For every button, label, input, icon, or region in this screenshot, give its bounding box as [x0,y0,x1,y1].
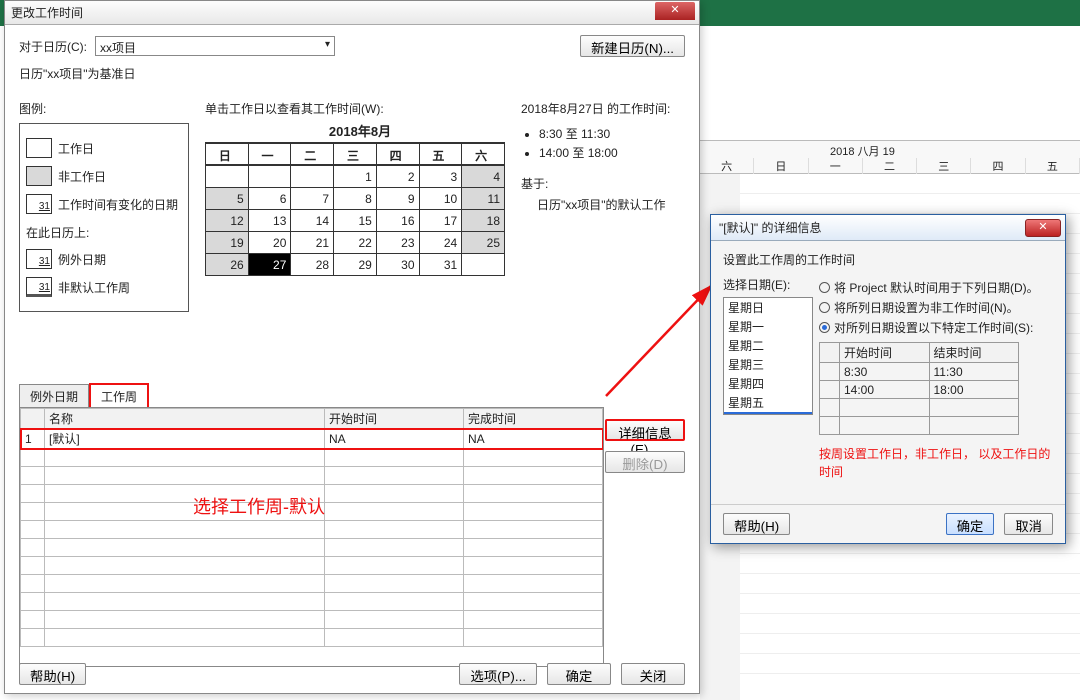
details-title: "[默认]" 的详细信息 [719,219,822,236]
for-calendar-label: 对于日历(C): [19,38,87,55]
details-titlebar[interactable]: "[默认]" 的详细信息 ✕ [711,215,1065,241]
based-on-value: 日历"xx项目"的默认工作 [537,196,685,213]
dialog-title: 更改工作时间 [11,4,83,21]
dialog-titlebar[interactable]: 更改工作时间 ✕ [5,1,699,25]
details-button[interactable]: 详细信息(E)... [605,419,685,441]
calendar-select-combo[interactable]: xx项目 [95,36,335,56]
annotation-weekly: 按周设置工作日，非工作日， 以及工作日的时间 [819,445,1053,481]
change-working-time-dialog: 更改工作时间 ✕ 对于日历(C): xx项目 新建日历(N)... 日历"xx项… [4,0,700,694]
base-calendar-text: 日历"xx项目"为基准日 [19,65,685,82]
legend-box: 工作日 非工作日 31工作时间有变化的日期 在此日历上: 31例外日期 31非默… [19,123,189,312]
tab-exceptions[interactable]: 例外日期 [19,384,89,408]
ok-button[interactable]: 确定 [547,663,611,685]
selected-date-title: 2018年8月27日 的工作时间: [521,100,685,117]
calendar-caption: 2018年8月 [205,121,515,140]
close-icon[interactable]: ✕ [655,2,695,20]
based-on-label: 基于: [521,175,685,192]
ok-button[interactable]: 确定 [946,513,995,535]
select-days-label: 选择日期(E): [723,276,813,293]
times-table[interactable]: 开始时间结束时间8:3011:3014:0018:00 [819,342,1019,435]
tab-workweeks[interactable]: 工作周 [89,383,149,410]
help-button[interactable]: 帮助(H) [723,513,790,535]
delete-button: 删除(D) [605,451,685,473]
help-button[interactable]: 帮助(H) [19,663,86,685]
details-subtitle: 设置此工作周的工作时间 [723,251,1053,268]
close-icon[interactable]: ✕ [1025,219,1061,237]
radio-use-default[interactable]: 将 Project 默认时间用于下列日期(D)。 [819,279,1053,296]
tabs: 例外日期工作周 [19,383,149,410]
options-button[interactable]: 选项(P)... [459,663,537,685]
new-calendar-button[interactable]: 新建日历(N)... [580,35,685,57]
radio-specific-times[interactable]: 对所列日期设置以下特定工作时间(S): [819,319,1053,336]
day-listbox[interactable]: 星期日星期一星期二星期三星期四星期五星期六 [723,297,813,415]
calendar-hint: 单击工作日以查看其工作时间(W): [205,100,515,117]
radio-nonworking[interactable]: 将所列日期设置为非工作时间(N)。 [819,299,1053,316]
close-button[interactable]: 关闭 [621,663,685,685]
gantt-timescale: 2018 八月 19 六日一二三四五 [700,140,1080,174]
calendar-grid[interactable]: 日一二三四五六123456789101112131415161718192021… [205,142,505,276]
details-dialog: "[默认]" 的详细信息 ✕ 设置此工作周的工作时间 选择日期(E): 星期日星… [710,214,1066,544]
cancel-button[interactable]: 取消 [1004,513,1053,535]
workweek-table[interactable]: 名称开始时间完成时间1[默认]NANA [19,407,604,667]
legend-title: 图例: [19,100,199,117]
